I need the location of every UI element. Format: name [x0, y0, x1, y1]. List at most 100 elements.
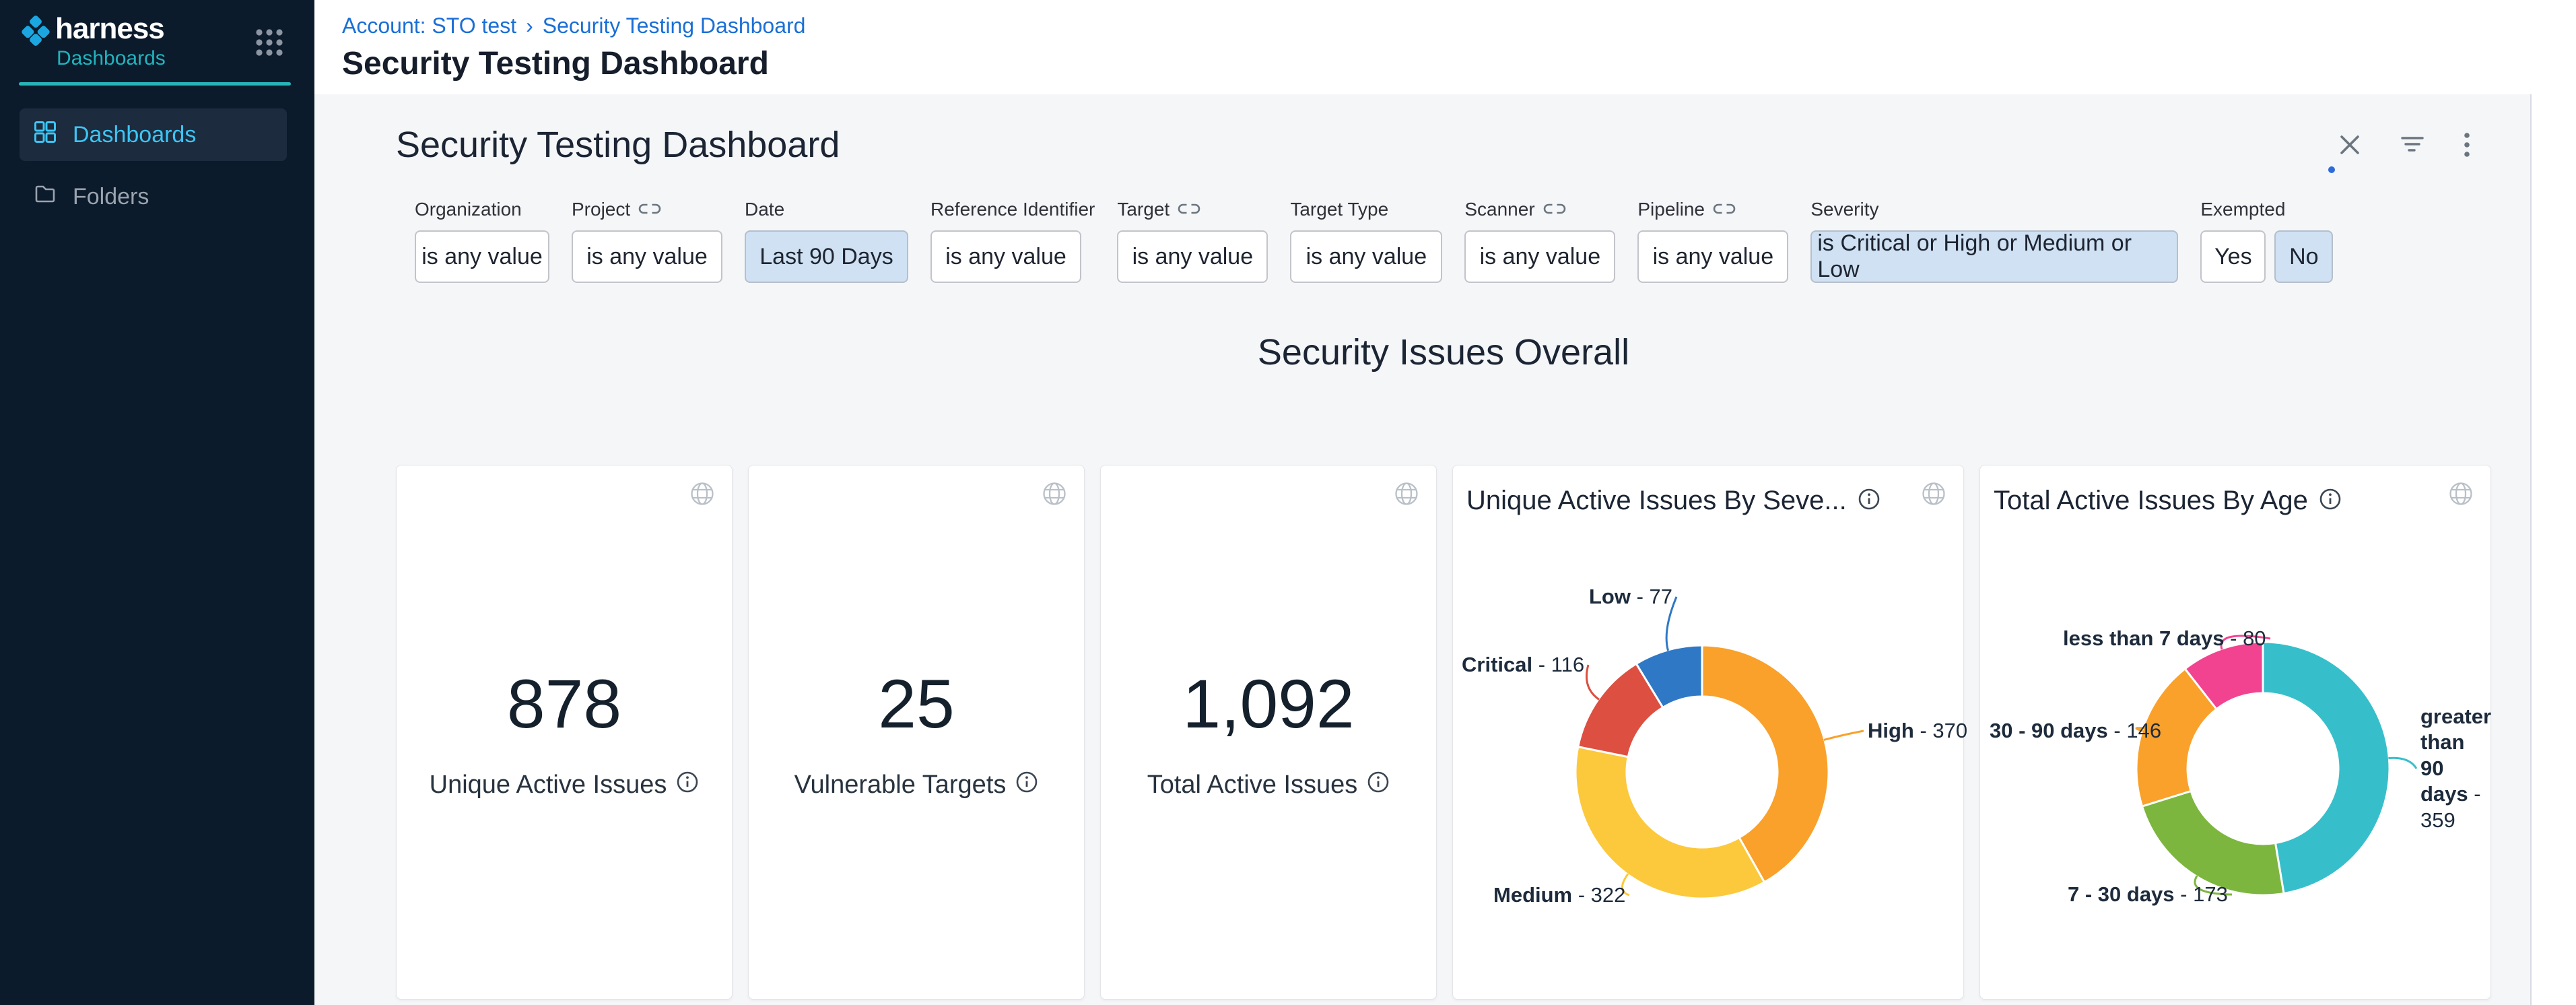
card-vulnerable-targets: 25 Vulnerable Targets: [748, 465, 1085, 1000]
filter-value-select[interactable]: is any value: [1464, 230, 1615, 283]
topbar: Account: STO test › Security Testing Das…: [314, 0, 2576, 94]
harness-logo-icon: [19, 13, 53, 52]
stat-label: Total Active Issues: [1147, 771, 1358, 800]
filter-label: Date: [745, 198, 908, 221]
filter-value-select[interactable]: is any value: [415, 230, 549, 283]
globe-icon[interactable]: [2447, 480, 2474, 509]
filter-value-select[interactable]: is any value: [1117, 230, 1268, 283]
donut-label: greater than 90 days - 359: [2420, 704, 2488, 833]
logo-text: harness: [55, 13, 166, 44]
stat-label: Vulnerable Targets: [794, 771, 1007, 800]
sidebar: harness Dashboards Dashboards: [0, 0, 314, 1005]
filter-label: Project: [572, 198, 722, 221]
filter-pipeline: Pipeline is any value: [1637, 198, 1788, 283]
filter-value-select[interactable]: is Critical or High or Medium or Low: [1810, 230, 2178, 283]
donut-label: Critical - 116: [1462, 652, 1584, 678]
sidebar-item-label: Folders: [73, 184, 149, 210]
stat-value: 1,092: [1182, 665, 1354, 744]
section-title: Security Issues Overall: [396, 331, 2491, 373]
breadcrumb-account-link[interactable]: Account: STO test: [342, 13, 516, 38]
sidebar-divider: [19, 82, 291, 86]
info-icon[interactable]: [1367, 771, 1390, 800]
donut-label: 30 - 90 days - 146: [1990, 718, 2161, 744]
card-unique-active-issues: 878 Unique Active Issues: [396, 465, 733, 1000]
filter-organization: Organization is any value: [415, 198, 549, 283]
stat-value: 878: [507, 665, 621, 744]
info-icon[interactable]: [1015, 771, 1038, 800]
donut-label: High - 370: [1868, 718, 1967, 744]
filter-reference-identifier: Reference Identifier is any value: [930, 198, 1095, 283]
globe-icon[interactable]: [1393, 480, 1420, 509]
grid-apps-icon[interactable]: [254, 27, 285, 60]
filter-value-select[interactable]: is any value: [1290, 230, 1442, 283]
donut-slice-7---30-days[interactable]: [2142, 791, 2284, 895]
filter-value-select[interactable]: Last 90 Days: [745, 230, 908, 283]
filter-label: Organization: [415, 198, 549, 221]
logo-subtitle: Dashboards: [57, 47, 166, 70]
filter-label: Reference Identifier: [930, 198, 1095, 221]
card-total-active-issues: 1,092 Total Active Issues: [1100, 465, 1437, 1000]
donut-slice-medium[interactable]: [1575, 747, 1765, 899]
filter-value-select[interactable]: is any value: [930, 230, 1081, 283]
page-title: Security Testing Dashboard: [342, 45, 2576, 82]
right-gutter-scroll-area[interactable]: [2530, 94, 2576, 1005]
link-icon: [1543, 199, 1566, 220]
card-unique-issues-by-severity: Unique Active Issues By Seve... High - 3…: [1452, 465, 1964, 1000]
donut-label: Low - 77: [1589, 584, 1672, 610]
breadcrumb-dashboard-link[interactable]: Security Testing Dashboard: [543, 13, 806, 38]
card-total-issues-by-age: Total Active Issues By Age greater than …: [1979, 465, 2491, 1000]
close-icon[interactable]: [2338, 133, 2362, 157]
severity-donut-chart[interactable]: High - 370Medium - 322Critical - 116Low …: [1453, 465, 1963, 999]
chart-title: Total Active Issues By Age: [1994, 486, 2308, 516]
filter-project: Project is any value: [572, 198, 722, 283]
cards-row: 878 Unique Active Issues 25 Vulnerable T…: [396, 465, 2530, 1000]
donut-slice-greater-than-90-days[interactable]: [2263, 642, 2389, 893]
filter-label: Severity: [1810, 198, 2178, 221]
filter-scanner: Scanneris any value: [1464, 198, 1615, 283]
link-icon: [1713, 199, 1736, 220]
sidebar-item-dashboards[interactable]: Dashboards: [20, 108, 287, 161]
globe-icon[interactable]: [1041, 480, 1068, 509]
dashboard-panel-title: Security Testing Dashboard: [396, 124, 840, 166]
filter-value-select[interactable]: is any value: [572, 230, 722, 283]
link-icon: [638, 199, 661, 220]
sidebar-item-label: Dashboards: [73, 122, 196, 148]
info-icon[interactable]: [676, 771, 699, 800]
filter-label: Target: [1117, 198, 1268, 221]
filter-target: Target is any value: [1117, 198, 1268, 283]
donut-label: Medium - 322: [1493, 882, 1625, 908]
exempted-no-button[interactable]: No: [2274, 230, 2333, 283]
chart-title: Unique Active Issues By Seve...: [1466, 486, 1847, 516]
stat-value: 25: [878, 665, 954, 744]
donut-leader-line: [1586, 665, 1599, 700]
globe-icon[interactable]: [689, 480, 716, 509]
kebab-menu-icon[interactable]: [2463, 131, 2471, 158]
info-icon[interactable]: [1858, 488, 1880, 514]
filter-value-select[interactable]: is any value: [1637, 230, 1788, 283]
filter-label: Target Type: [1290, 198, 1442, 221]
age-donut-chart[interactable]: greater than 90 days - 359 7 - 30 days - …: [1980, 465, 2490, 999]
filter-icon[interactable]: [2401, 135, 2424, 155]
cursor-dot: [2328, 166, 2335, 173]
donut-leader-line: [2388, 758, 2416, 769]
filter-date: Date Last 90 Days: [745, 198, 908, 283]
breadcrumb: Account: STO test › Security Testing Das…: [342, 13, 2576, 38]
globe-icon[interactable]: [1920, 480, 1947, 509]
filter-severity: Severity is Critical or High or Medium or…: [1810, 198, 2178, 283]
filter-target-type: Target Type is any value: [1290, 198, 1442, 283]
dashboards-icon: [34, 121, 57, 150]
link-icon: [1178, 199, 1200, 220]
donut-label: 7 - 30 days - 173: [2068, 882, 2228, 907]
info-icon[interactable]: [2319, 488, 2342, 514]
filter-label: Pipeline: [1637, 198, 1788, 221]
breadcrumb-separator: ›: [526, 13, 533, 38]
filter-bar: Organization is any value Project is any va…: [415, 198, 2530, 283]
donut-label: less than 7 days - 80: [2063, 626, 2266, 651]
exempted-yes-button[interactable]: Yes: [2200, 230, 2266, 283]
sidebar-item-folders[interactable]: Folders: [20, 170, 287, 223]
stat-label: Unique Active Issues: [430, 771, 667, 800]
filter-label: Exempted: [2200, 198, 2333, 221]
filter-exempted: Exempted YesNo: [2200, 198, 2333, 283]
folder-icon: [34, 183, 57, 212]
donut-leader-line: [1824, 731, 1864, 740]
